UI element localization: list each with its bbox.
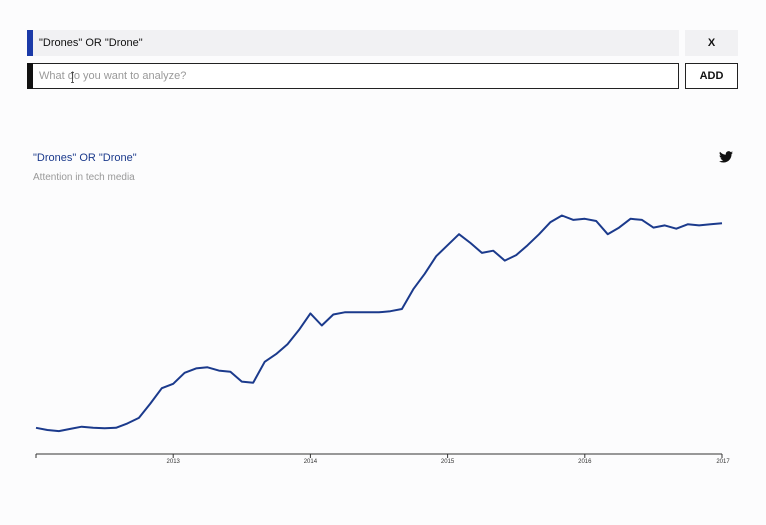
x-tick-label: 2017 <box>716 459 730 465</box>
line-chart: 2013 2014 2015 2016 2017 <box>35 214 730 465</box>
x-tick-label: 2014 <box>304 459 318 465</box>
x-tick-label: 2016 <box>578 459 592 465</box>
series-line <box>35 214 723 433</box>
x-tick-label: 2013 <box>167 459 181 465</box>
x-tick-label: 2015 <box>441 459 455 465</box>
